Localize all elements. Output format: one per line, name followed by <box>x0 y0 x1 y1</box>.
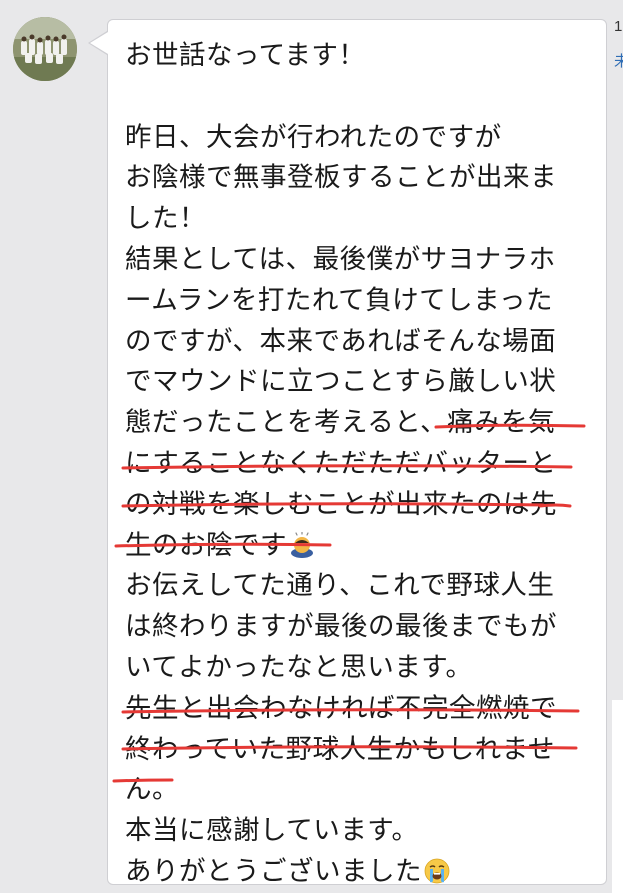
loudly-crying-face-emoji-icon <box>424 858 450 884</box>
bowing-person-emoji-icon <box>291 531 313 558</box>
message-line: いてよかったなと思います。 <box>125 651 473 683</box>
bubble-tail <box>90 32 108 54</box>
message-line <box>125 77 595 118</box>
message-line-text: ありがとうございました <box>125 855 422 887</box>
message-line: は終わりますが最後の最後までもが <box>125 611 557 643</box>
message-line: お世話なってます！ <box>125 40 366 71</box>
message-text: お世話なってます！ 昨日、大会が行われたのですが お陰様で無事登板することが出来… <box>125 36 595 893</box>
message-line-with-emoji: ありがとうございました <box>125 852 595 893</box>
message-time-partial: 1 <box>614 18 623 35</box>
message-line: 本当に感謝しています。 <box>125 815 419 847</box>
message-line: お伝えしてた通り、これで野球人生 <box>125 570 555 602</box>
message-line: の対戦を楽しむことが出来たのは先 <box>125 488 557 520</box>
message-line: でマウンドに立つことすら厳しい状 <box>125 366 557 398</box>
message-line: 結果としては、最後僕がサヨナラホ <box>125 243 556 275</box>
message-line: 昨日、大会が行われたのですが <box>125 121 502 153</box>
message-line-with-emoji: 生のお陰です <box>125 526 595 567</box>
next-bubble-edge <box>612 700 623 893</box>
message-line: ん。 <box>125 774 179 806</box>
message-line: のですが、本来であればそんな場面 <box>125 325 557 357</box>
team-photo-image <box>13 17 77 81</box>
message-line: にすることなくただただバッターと <box>125 447 557 479</box>
sender-avatar[interactable] <box>13 17 77 81</box>
read-status-partial: 未 <box>614 52 623 70</box>
message-line: お陰様で無事登板することが出来ま <box>125 162 557 194</box>
message-line: 先生と出会わなければ不完全燃焼で <box>125 692 557 724</box>
message-line: ームランを打たれて負けてしまった <box>125 284 554 316</box>
message-line-text: 生のお陰です <box>125 529 287 561</box>
message-line: 終わっていた野球人生かもしれませ <box>125 733 555 765</box>
message-line: した！ <box>125 203 206 235</box>
message-line: 態だったことを考えると、痛みを気 <box>125 407 556 439</box>
message-bubble[interactable]: お世話なってます！ 昨日、大会が行われたのですが お陰様で無事登板することが出来… <box>107 19 607 887</box>
